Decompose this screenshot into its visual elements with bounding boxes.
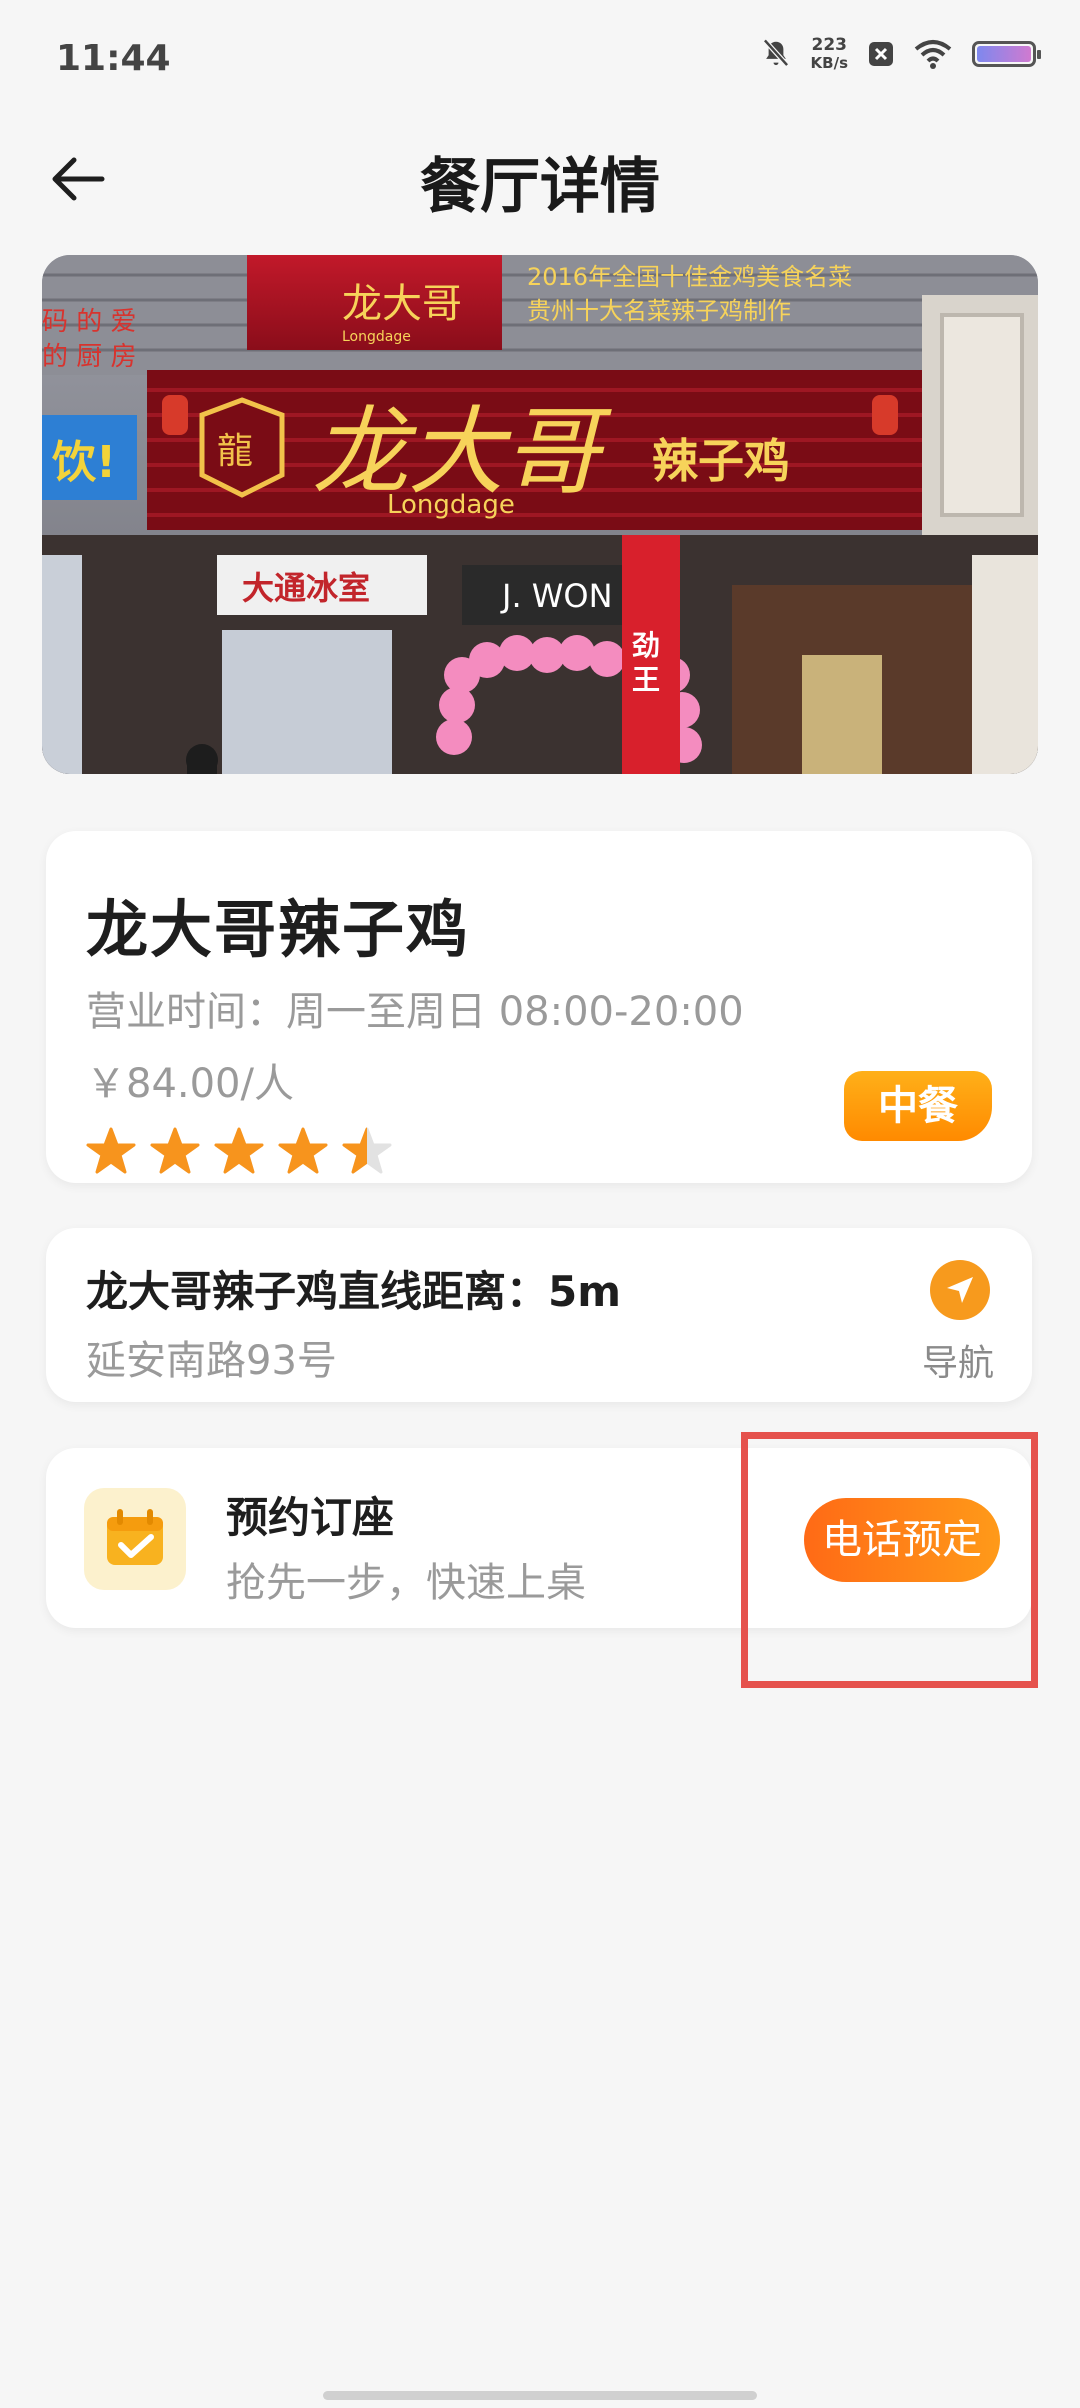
star-icon	[214, 1127, 264, 1174]
distance-text: 龙大哥辣子鸡直线距离：5m	[86, 1267, 621, 1316]
highlight-box	[741, 1432, 1038, 1688]
reservation-title: 预约订座	[226, 1493, 395, 1542]
battery-icon	[972, 41, 1041, 67]
photo-banner-2: 贵州十大名菜辣子鸡制作	[527, 297, 791, 325]
star-icon	[86, 1127, 136, 1174]
calendar-icon	[84, 1488, 186, 1590]
svg-text:龍: 龍	[217, 431, 253, 472]
photo-store-mid: J. WON	[500, 577, 613, 615]
price-per-person: ￥84.00/人	[86, 1061, 294, 1107]
star-icon	[342, 1127, 392, 1174]
photo-main-brand-en: Longdage	[387, 490, 515, 520]
restaurant-photo: 龙大哥 Longdage 2016年全国十佳金鸡美食名菜 贵州十大名菜辣子鸡制作…	[42, 255, 1038, 774]
close-box-icon	[869, 42, 893, 66]
distance-card[interactable]: 龙大哥辣子鸡直线距离：5m 延安南路93号 导航	[46, 1228, 1032, 1402]
status-time: 11:44	[56, 38, 171, 79]
restaurant-name: 龙大哥辣子鸡	[86, 893, 471, 966]
photo-top-brand-en: Longdage	[342, 329, 411, 345]
svg-text:码 的 爱: 码 的 爱	[42, 307, 137, 337]
address-text: 延安南路93号	[86, 1338, 337, 1384]
net-speed: 223 KB/s	[811, 36, 848, 72]
net-speed-unit: KB/s	[810, 54, 848, 72]
rating-stars	[86, 1127, 392, 1177]
restaurant-info-card: 龙大哥辣子鸡 营业时间：周一至周日 08:00-20:00 ￥84.00/人 中…	[46, 831, 1032, 1183]
mute-bell-icon	[762, 38, 789, 67]
business-hours: 营业时间：周一至周日 08:00-20:00	[86, 989, 744, 1035]
navigation-label[interactable]: 导航	[922, 1334, 994, 1386]
home-indicator[interactable]	[323, 2391, 757, 2400]
page-title: 餐厅详情	[420, 152, 660, 222]
svg-text:的 厨 房: 的 厨 房	[42, 342, 137, 372]
svg-text:劲: 劲	[632, 629, 660, 662]
photo-top-brand: 龙大哥	[342, 281, 462, 327]
status-icons: 223 KB/s	[761, 36, 1041, 72]
reservation-subtitle: 抢先一步，快速上桌	[226, 1560, 586, 1606]
cuisine-badge: 中餐	[844, 1071, 992, 1141]
wifi-icon	[914, 40, 952, 69]
photo-banner-1: 2016年全国十佳金鸡美食名菜	[527, 263, 852, 291]
star-icon	[150, 1127, 200, 1174]
photo-dish: 辣子鸡	[652, 434, 790, 488]
svg-text:饮!: 饮!	[52, 437, 116, 488]
net-speed-value: 223	[811, 35, 848, 55]
star-icon	[278, 1127, 328, 1174]
navigation-icon[interactable]	[930, 1260, 990, 1320]
photo-store-left: 大通冰室	[242, 569, 370, 607]
svg-text:王: 王	[632, 663, 660, 696]
